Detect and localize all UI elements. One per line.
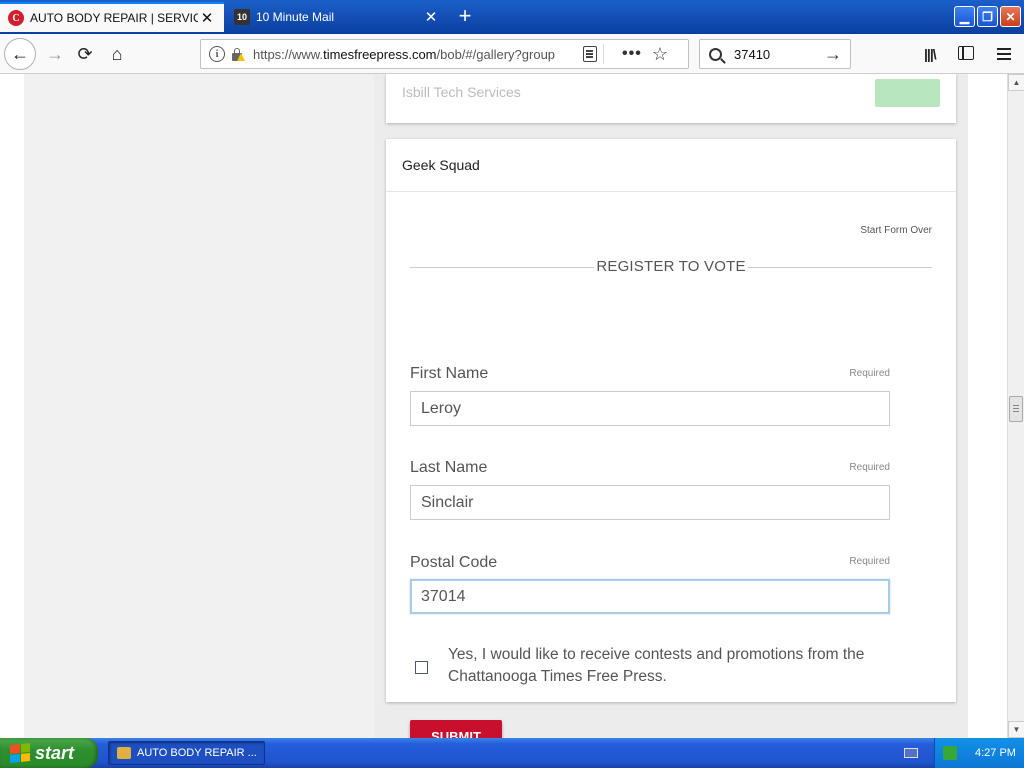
promotions-checkbox[interactable] <box>415 661 428 674</box>
hamburger-menu-icon[interactable] <box>997 48 1011 50</box>
ten-minute-mail-favicon-icon: 10 <box>234 9 250 25</box>
submit-button[interactable]: SUBMIT <box>410 720 502 738</box>
first-name-label: First Name <box>410 365 489 382</box>
back-button[interactable]: ← <box>4 38 36 70</box>
tab-title: 10 Minute Mail <box>256 10 335 24</box>
close-tab-icon[interactable]: ✕ <box>198 9 216 27</box>
windows-logo-icon <box>10 742 30 764</box>
vertical-scrollbar[interactable]: ▲ ▼ <box>1007 74 1024 738</box>
tab-auto-body-repair[interactable]: C AUTO BODY REPAIR | SERVICES ✕ <box>0 2 224 32</box>
search-box[interactable]: 37410 → <box>699 39 851 69</box>
navigation-toolbar: ← → ⟳ ⌂ i https://www.timesfreepress.com… <box>0 34 1024 74</box>
minimize-window-button[interactable]: ▁ <box>954 6 975 27</box>
url-path: /bob/#/gallery?group <box>436 46 556 62</box>
keyboard-icon[interactable] <box>904 748 918 758</box>
last-name-label: Last Name <box>410 459 488 476</box>
tab-title: AUTO BODY REPAIR | SERVICES <box>30 11 198 25</box>
firefox-icon <box>117 747 131 759</box>
site-info-icon[interactable]: i <box>209 46 225 62</box>
previous-card: Isbill Tech Services <box>386 74 956 123</box>
card-title: Geek Squad <box>386 139 956 192</box>
windows-taskbar: start AUTO BODY REPAIR ... 4:27 PM <box>0 738 1024 768</box>
close-tab-icon[interactable]: ✕ <box>422 8 440 26</box>
previous-card-button[interactable] <box>875 79 940 107</box>
system-tray: 4:27 PM <box>934 738 1024 768</box>
previous-card-title: Isbill Tech Services <box>402 84 521 100</box>
first-name-required: Required <box>849 368 890 379</box>
postal-code-field[interactable]: 37014 <box>410 579 890 614</box>
section-title: REGISTER TO VOTE <box>386 258 956 275</box>
address-bar[interactable]: i https://www.timesfreepress.com/bob/#/g… <box>200 39 689 69</box>
search-go-arrow-icon[interactable]: → <box>824 44 842 65</box>
promotions-checkbox-label[interactable]: Yes, I would like to receive contests an… <box>448 644 888 688</box>
scroll-thumb[interactable] <box>1009 396 1023 422</box>
postal-code-label: Postal Code <box>410 554 498 571</box>
network-icon[interactable] <box>943 746 957 760</box>
bookmark-star-icon[interactable]: ☆ <box>652 44 668 65</box>
clock[interactable]: 4:27 PM <box>975 747 1016 759</box>
scroll-down-arrow-icon[interactable]: ▼ <box>1008 721 1024 738</box>
scroll-up-arrow-icon[interactable]: ▲ <box>1008 74 1024 91</box>
url-prefix: https://www. <box>253 46 324 62</box>
start-label: start <box>35 742 75 763</box>
forward-button[interactable]: → <box>40 39 70 69</box>
start-button[interactable]: start <box>0 738 98 768</box>
search-icon <box>709 47 722 61</box>
reader-view-icon[interactable] <box>583 46 597 62</box>
first-name-field[interactable]: Leroy <box>410 391 890 426</box>
last-name-required: Required <box>849 462 890 473</box>
library-icon[interactable]: |||\ <box>924 46 937 62</box>
url-text[interactable]: https://www.timesfreepress.com/bob/#/gal… <box>253 47 573 62</box>
close-window-button[interactable]: ✕ <box>1000 6 1021 27</box>
register-card: Geek Squad Start Form Over REGISTER TO V… <box>386 139 956 738</box>
start-form-over-link[interactable]: Start Form Over <box>860 225 932 236</box>
reload-button[interactable]: ⟳ <box>70 39 100 69</box>
left-panel <box>24 74 374 738</box>
home-button[interactable]: ⌂ <box>102 39 132 69</box>
new-tab-button[interactable]: + <box>452 4 478 30</box>
url-divider <box>603 44 604 64</box>
taskbar-item-firefox[interactable]: AUTO BODY REPAIR ... <box>108 741 265 765</box>
tab-bar: C AUTO BODY REPAIR | SERVICES ✕ 10 10 Mi… <box>0 0 1024 34</box>
search-input[interactable]: 37410 <box>734 47 824 62</box>
last-name-field[interactable]: Sinclair <box>410 485 890 520</box>
taskbar-item-label: AUTO BODY REPAIR ... <box>137 747 257 759</box>
insecure-lock-icon[interactable] <box>231 47 245 61</box>
section-title-text: REGISTER TO VOTE <box>594 258 748 275</box>
page-actions-icon[interactable]: ••• <box>622 45 642 63</box>
times-free-press-favicon-icon: C <box>8 10 24 26</box>
url-host: timesfreepress.com <box>323 46 437 62</box>
sidebar-icon[interactable] <box>958 46 974 60</box>
page-viewport: Isbill Tech Services Geek Squad Start Fo… <box>0 74 1007 738</box>
postal-code-required: Required <box>849 556 890 567</box>
page-margin <box>968 74 984 738</box>
restore-window-button[interactable]: ❐ <box>977 6 998 27</box>
tab-10-minute-mail[interactable]: 10 10 Minute Mail ✕ <box>226 2 448 32</box>
